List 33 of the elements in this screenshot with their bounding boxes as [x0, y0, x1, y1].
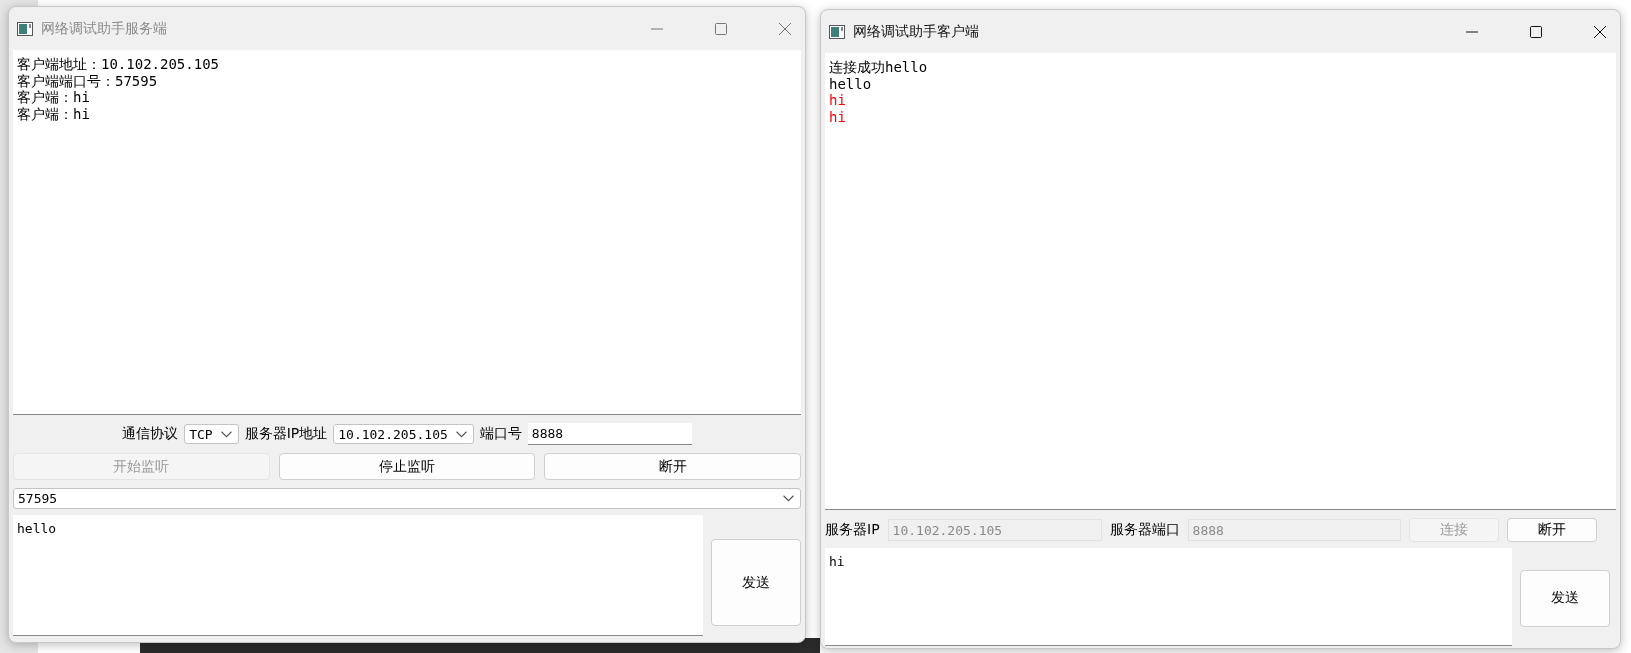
port-label: 端口号 — [479, 425, 522, 443]
log-line: 客户端地址：10.102.205.105 — [17, 56, 219, 73]
chevron-down-icon — [455, 430, 467, 438]
port-field[interactable]: 8888 — [527, 423, 692, 445]
log-line: 客户端：hi — [17, 105, 90, 122]
log-line: hello — [829, 75, 872, 92]
send-button[interactable]: 发送 — [1520, 569, 1610, 627]
message-field[interactable]: hello — [13, 515, 703, 636]
message-field[interactable]: hi — [825, 548, 1512, 646]
log-line: 客户端端口号：57595 — [17, 72, 158, 89]
protocol-dropdown[interactable]: TCP — [184, 424, 239, 444]
port-label: 服务器端口 — [1109, 521, 1180, 539]
app-icon — [17, 21, 33, 36]
log-line: hi — [829, 92, 846, 109]
chevron-down-icon — [220, 430, 232, 438]
ip-label: 服务器IP — [825, 521, 880, 539]
ip-dropdown[interactable]: 10.102.205.105 — [333, 424, 474, 444]
log-line: 客户端：hi — [17, 89, 90, 106]
action-button[interactable]: 停止监听 — [278, 453, 536, 480]
close-icon[interactable] — [1594, 25, 1606, 38]
log-line: 连接成功hello — [829, 59, 928, 76]
window-title: 网络调试助手客户端 — [853, 22, 979, 41]
protocol-label: 通信协议 — [122, 425, 179, 443]
action-button[interactable]: 断开 — [544, 453, 801, 480]
send-button[interactable]: 发送 — [711, 539, 801, 626]
ip-label: 服务器IP地址 — [244, 425, 328, 443]
log-line: hi — [829, 108, 846, 125]
client-dropdown[interactable]: 57595 — [13, 488, 801, 509]
maximize-icon[interactable] — [1530, 25, 1542, 38]
window-title: 网络调试助手服务端 — [41, 19, 167, 38]
app-icon — [829, 24, 845, 39]
chevron-down-icon — [783, 495, 794, 502]
action-button[interactable]: 断开 — [1506, 518, 1597, 542]
